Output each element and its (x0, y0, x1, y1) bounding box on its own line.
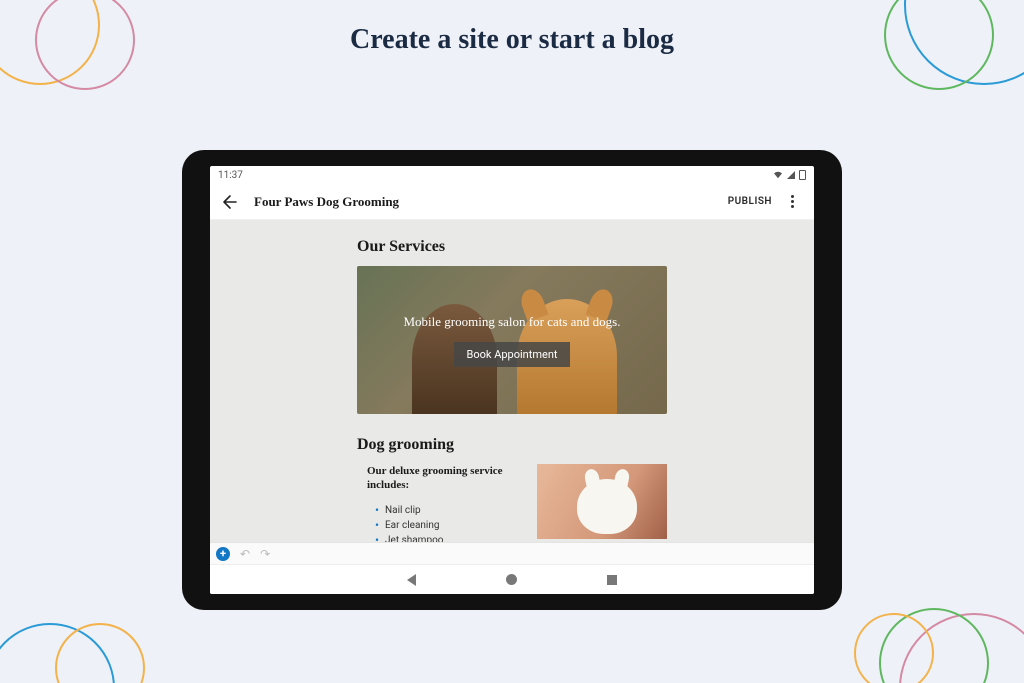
arrow-left-icon (222, 194, 238, 210)
dog-illustration (577, 479, 637, 534)
editor-canvas[interactable]: Our Services Mobile grooming salon for c… (210, 220, 814, 564)
heading-services[interactable]: Our Services (357, 238, 667, 256)
services-list[interactable]: Nail clip Ear cleaning Jet shampoo (367, 503, 519, 548)
editor-toolbar: + ↶ ↷ (210, 542, 814, 564)
more-menu-button[interactable] (780, 190, 804, 214)
wifi-icon (773, 171, 783, 179)
decor-circle (854, 613, 934, 683)
nav-recents-button[interactable] (607, 575, 617, 585)
deluxe-lead-text[interactable]: Our deluxe grooming service includes: (367, 464, 519, 493)
hero-tagline[interactable]: Mobile grooming salon for cats and dogs. (404, 314, 621, 330)
list-item[interactable]: Nail clip (375, 503, 519, 518)
tablet-screen: 11:37 Four Paws Dog Grooming PUBLISH Our… (210, 166, 814, 594)
status-time: 11:37 (218, 170, 243, 181)
status-bar: 11:37 (210, 166, 814, 184)
publish-button[interactable]: PUBLISH (728, 196, 772, 207)
promo-headline: Create a site or start a blog (0, 24, 1024, 56)
nav-home-button[interactable] (506, 574, 517, 585)
hero-block[interactable]: Mobile grooming salon for cats and dogs.… (357, 266, 667, 414)
redo-button[interactable]: ↷ (260, 547, 270, 561)
tablet-frame: 11:37 Four Paws Dog Grooming PUBLISH Our… (182, 150, 842, 610)
more-vertical-icon (791, 195, 794, 208)
back-button[interactable] (220, 192, 240, 212)
nav-back-button[interactable] (407, 574, 416, 586)
signal-icon (786, 171, 796, 179)
android-nav-bar (210, 564, 814, 594)
page-title: Four Paws Dog Grooming (254, 194, 399, 210)
grooming-image[interactable] (537, 464, 667, 539)
list-item[interactable]: Ear cleaning (375, 518, 519, 533)
plus-icon: + (220, 547, 226, 560)
heading-dog-grooming[interactable]: Dog grooming (357, 436, 667, 454)
undo-button[interactable]: ↶ (240, 547, 250, 561)
battery-icon (799, 170, 806, 180)
add-block-button[interactable]: + (216, 547, 230, 561)
app-toolbar: Four Paws Dog Grooming PUBLISH (210, 184, 814, 220)
book-appointment-button[interactable]: Book Appointment (454, 342, 569, 367)
